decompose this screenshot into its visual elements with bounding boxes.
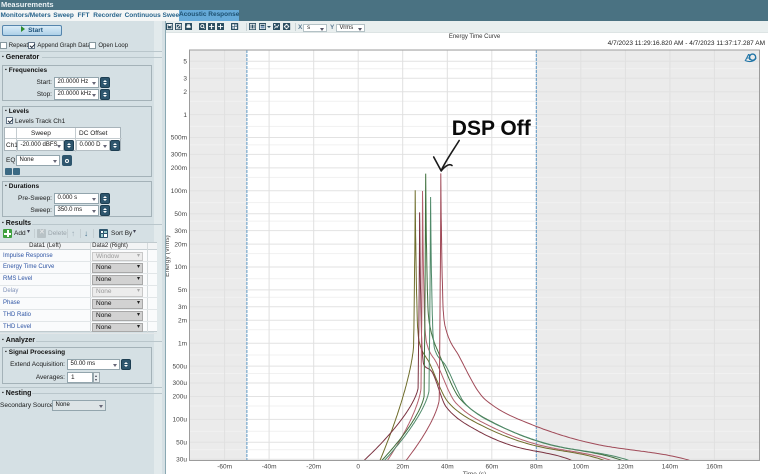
svg-text:0: 0 bbox=[356, 464, 360, 471]
svg-text:300m: 300m bbox=[171, 152, 187, 159]
svg-text:80m: 80m bbox=[530, 464, 543, 471]
svg-text:300u: 300u bbox=[173, 380, 188, 387]
svg-text:Energy (Vrms): Energy (Vrms) bbox=[166, 235, 171, 277]
svg-text:30u: 30u bbox=[176, 456, 187, 463]
svg-text:160m: 160m bbox=[706, 464, 722, 471]
svg-text:100u: 100u bbox=[173, 417, 188, 424]
svg-text:20m: 20m bbox=[174, 241, 187, 248]
svg-text:60m: 60m bbox=[485, 464, 498, 471]
svg-text:50u: 50u bbox=[176, 440, 187, 447]
svg-text:1: 1 bbox=[183, 112, 187, 119]
svg-text:3m: 3m bbox=[178, 304, 187, 311]
svg-text:1m: 1m bbox=[178, 340, 187, 347]
svg-text:200m: 200m bbox=[171, 165, 187, 172]
svg-text:2: 2 bbox=[183, 89, 187, 96]
svg-text:-60m: -60m bbox=[217, 464, 232, 471]
svg-text:3: 3 bbox=[183, 75, 187, 82]
svg-text:500u: 500u bbox=[173, 363, 188, 370]
svg-text:30m: 30m bbox=[174, 228, 187, 235]
svg-text:20m: 20m bbox=[396, 464, 409, 471]
svg-text:500m: 500m bbox=[171, 135, 187, 142]
svg-text:5m: 5m bbox=[178, 287, 187, 294]
svg-text:100m: 100m bbox=[171, 188, 187, 195]
svg-text:200u: 200u bbox=[173, 394, 188, 401]
svg-text:10m: 10m bbox=[174, 264, 187, 271]
svg-text:140m: 140m bbox=[662, 464, 678, 471]
svg-text:100m: 100m bbox=[573, 464, 589, 471]
svg-text:120m: 120m bbox=[617, 464, 633, 471]
svg-text:-20m: -20m bbox=[306, 464, 321, 471]
svg-text:40m: 40m bbox=[441, 464, 454, 471]
svg-text:5: 5 bbox=[183, 59, 187, 66]
svg-text:-40m: -40m bbox=[262, 464, 277, 471]
svg-text:50m: 50m bbox=[174, 211, 187, 218]
svg-text:2m: 2m bbox=[178, 318, 187, 325]
